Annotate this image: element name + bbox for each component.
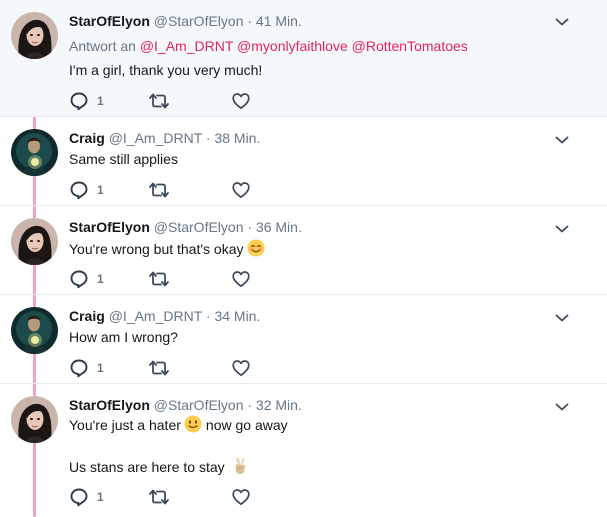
retweet-button[interactable] xyxy=(147,358,171,378)
heart-icon xyxy=(231,358,251,378)
retweet-button[interactable] xyxy=(147,269,171,289)
avatar[interactable] xyxy=(11,12,58,59)
retweet-icon xyxy=(147,180,171,200)
heart-icon xyxy=(231,180,251,200)
handle[interactable]: @I_Am_DRNT xyxy=(109,308,202,324)
display-name[interactable]: StarOfElyon xyxy=(69,13,150,29)
tweet-2[interactable]: Craig @I_Am_DRNT · 38 Min. Same still ap… xyxy=(0,117,607,206)
heart-icon xyxy=(231,269,251,289)
like-button[interactable] xyxy=(231,91,251,111)
timestamp[interactable]: · 41 Min. xyxy=(247,13,301,29)
heart-icon xyxy=(231,91,251,111)
tweet-text: You're just a hater now go away xyxy=(69,415,288,434)
dark-figure-with-glow-avatar xyxy=(11,129,58,176)
heart-icon xyxy=(231,487,251,507)
like-button[interactable] xyxy=(231,180,251,200)
tweet-text-content: You're wrong but that's okay xyxy=(69,241,244,257)
like-button[interactable] xyxy=(231,269,251,289)
chevron-down-icon[interactable] xyxy=(553,309,571,327)
display-name[interactable]: StarOfElyon xyxy=(69,219,150,235)
avatar[interactable] xyxy=(11,129,58,176)
chevron-down-icon[interactable] xyxy=(553,398,571,416)
reply-icon xyxy=(69,180,89,200)
tweet-text: Same still applies xyxy=(69,151,178,167)
handle[interactable]: @StarOfElyon xyxy=(154,13,244,29)
reply-button[interactable]: 1 xyxy=(69,180,104,200)
handle[interactable]: @I_Am_DRNT xyxy=(109,130,202,146)
timestamp[interactable]: · 32 Min. xyxy=(247,397,301,413)
reply-to-prefix: Antwort an xyxy=(69,38,136,54)
retweet-button[interactable] xyxy=(147,91,171,111)
reply-count: 1 xyxy=(97,272,104,286)
reply-button[interactable]: 1 xyxy=(69,487,104,507)
reply-icon xyxy=(69,358,89,378)
tweet-text: How am I wrong? xyxy=(69,329,178,345)
reply-icon xyxy=(69,91,89,111)
chevron-down-icon[interactable] xyxy=(553,13,571,31)
display-name[interactable]: Craig xyxy=(69,308,105,324)
tweet-1[interactable]: StarOfElyon @StarOfElyon · 41 Min. Antwo… xyxy=(0,0,607,117)
dark-figure-with-glow-avatar xyxy=(11,307,58,354)
tweet-text: I'm a girl, thank you very much! xyxy=(69,62,263,78)
reply-icon xyxy=(69,269,89,289)
display-name[interactable]: Craig xyxy=(69,130,105,146)
dark-haired-woman-avatar xyxy=(11,12,58,59)
retweet-icon xyxy=(147,487,171,507)
victory-hand-emoji xyxy=(235,458,245,474)
smiling-face-emoji xyxy=(247,239,264,257)
timestamp[interactable]: · 34 Min. xyxy=(206,308,260,324)
tweet-text-part: You're just a hater xyxy=(69,417,181,433)
reply-count: 1 xyxy=(97,490,104,504)
tweet-5[interactable]: StarOfElyon @StarOfElyon · 32 Min. You'r… xyxy=(0,384,607,517)
tweet-text: You're wrong but that's okay xyxy=(69,239,265,258)
tweet-3[interactable]: StarOfElyon @StarOfElyon · 36 Min. You'r… xyxy=(0,206,607,295)
avatar[interactable] xyxy=(11,218,58,265)
dark-haired-woman-avatar xyxy=(11,218,58,265)
display-name[interactable]: StarOfElyon xyxy=(69,397,150,413)
mention-link[interactable]: @myonlyfaithlove xyxy=(237,38,348,54)
slightly-smiling-face-emoji xyxy=(184,415,202,433)
tweet-text-part: now go away xyxy=(205,417,288,433)
reply-icon xyxy=(69,487,89,507)
timestamp[interactable]: · 38 Min. xyxy=(206,130,260,146)
retweet-icon xyxy=(147,269,171,289)
retweet-icon xyxy=(147,91,171,111)
dark-haired-woman-avatar xyxy=(11,396,58,443)
handle[interactable]: @StarOfElyon xyxy=(154,219,244,235)
avatar[interactable] xyxy=(11,396,58,443)
tweet-text-line2: Us stans are here to stay xyxy=(69,457,249,476)
reply-count: 1 xyxy=(97,94,104,108)
retweet-icon xyxy=(147,358,171,378)
handle[interactable]: @StarOfElyon xyxy=(154,397,244,413)
reply-count: 1 xyxy=(97,183,104,197)
mention-link[interactable]: @RottenTomatoes xyxy=(352,38,468,54)
like-button[interactable] xyxy=(231,487,251,507)
retweet-button[interactable] xyxy=(147,487,171,507)
reply-to-line: Antwort an @I_Am_DRNT @myonlyfaithlove @… xyxy=(69,37,468,55)
tweet-4[interactable]: Craig @I_Am_DRNT · 34 Min. How am I wron… xyxy=(0,295,607,384)
reply-count: 1 xyxy=(97,361,104,375)
reply-button[interactable]: 1 xyxy=(69,269,104,289)
reply-button[interactable]: 1 xyxy=(69,91,104,111)
like-button[interactable] xyxy=(231,358,251,378)
tweet-text-part: Us stans are here to stay xyxy=(69,459,225,475)
reply-button[interactable]: 1 xyxy=(69,358,104,378)
chevron-down-icon[interactable] xyxy=(553,131,571,149)
mention-link[interactable]: @I_Am_DRNT xyxy=(140,38,233,54)
timestamp[interactable]: · 36 Min. xyxy=(247,219,301,235)
chevron-down-icon[interactable] xyxy=(553,220,571,238)
retweet-button[interactable] xyxy=(147,180,171,200)
avatar[interactable] xyxy=(11,307,58,354)
